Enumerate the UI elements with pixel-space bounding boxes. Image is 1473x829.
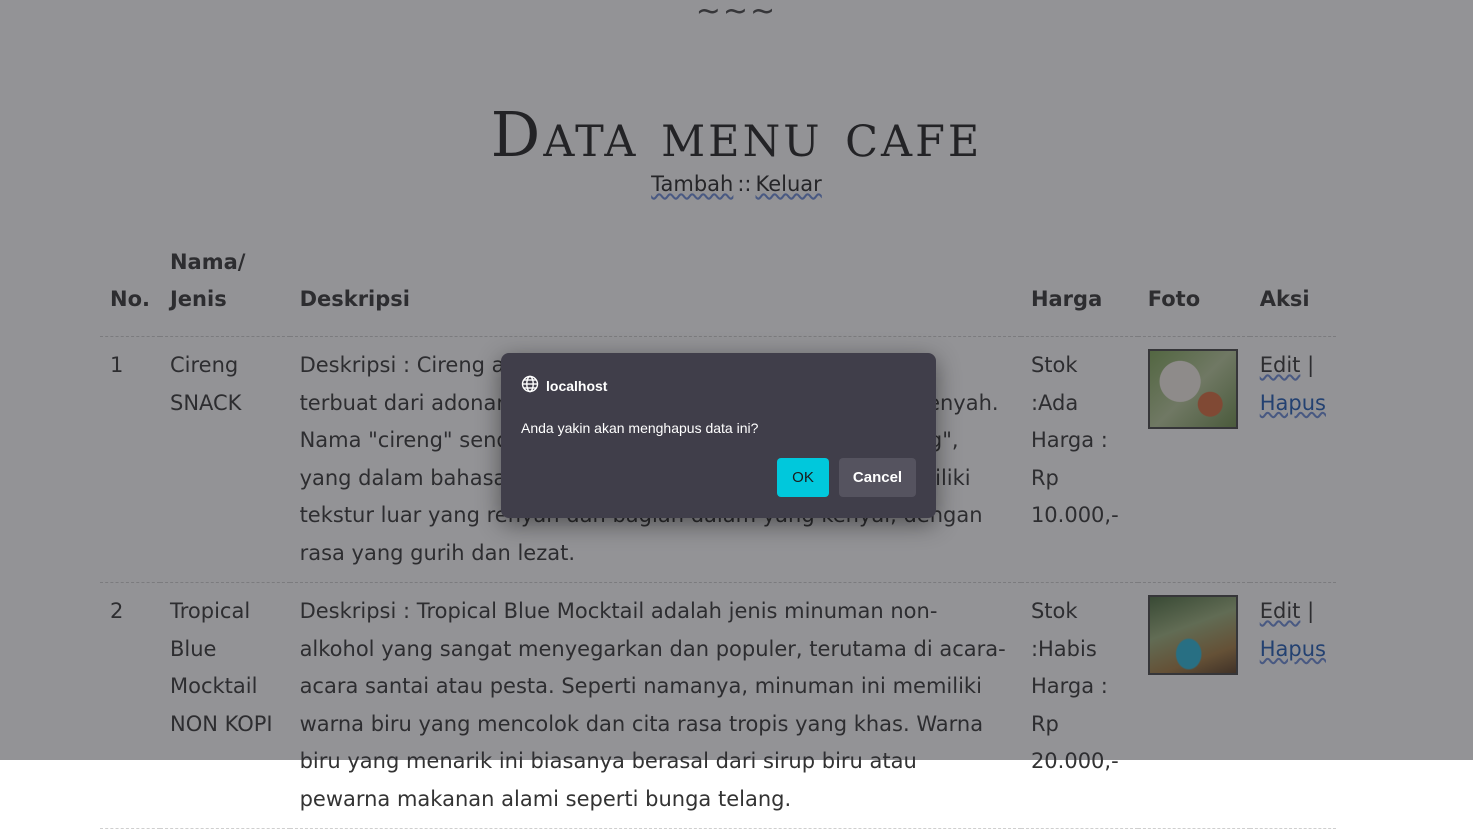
dialog-origin-label: localhost <box>546 377 608 394</box>
confirm-dialog: localhost Anda yakin akan menghapus data… <box>501 353 936 518</box>
dialog-message: Anda yakin akan menghapus data ini? <box>521 420 759 436</box>
ok-button[interactable]: OK <box>777 458 829 497</box>
globe-icon <box>521 375 539 396</box>
dialog-origin: localhost <box>521 375 607 396</box>
cancel-button[interactable]: Cancel <box>839 458 916 497</box>
